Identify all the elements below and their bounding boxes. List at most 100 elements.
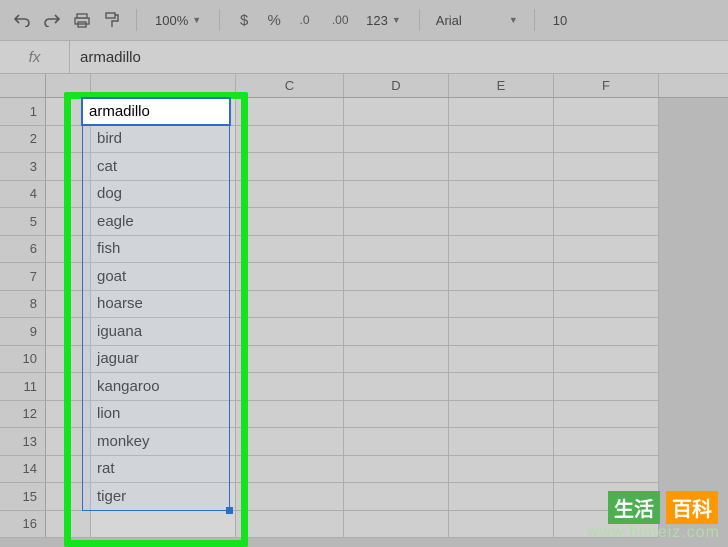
cell[interactable] [46, 98, 91, 126]
cell[interactable] [236, 428, 344, 456]
row-header[interactable]: 7 [0, 263, 46, 291]
cell[interactable]: bird [91, 126, 236, 154]
cell[interactable]: monkey [91, 428, 236, 456]
column-header[interactable] [91, 74, 236, 97]
select-all-cell[interactable] [0, 74, 46, 97]
cell[interactable] [449, 373, 554, 401]
cell[interactable] [554, 181, 659, 209]
cell[interactable] [46, 373, 91, 401]
cell[interactable] [449, 208, 554, 236]
cell[interactable] [46, 126, 91, 154]
cell[interactable] [449, 291, 554, 319]
cell[interactable]: rat [91, 456, 236, 484]
cell[interactable] [449, 456, 554, 484]
cell[interactable] [46, 291, 91, 319]
cell[interactable]: goat [91, 263, 236, 291]
font-size-select[interactable]: 10 [547, 13, 573, 28]
cell[interactable] [236, 236, 344, 264]
cell[interactable] [236, 126, 344, 154]
cell[interactable] [344, 318, 449, 346]
cell[interactable] [236, 318, 344, 346]
cell[interactable] [236, 208, 344, 236]
row-header[interactable]: 6 [0, 236, 46, 264]
currency-button[interactable]: $ [232, 8, 256, 32]
row-header[interactable]: 2 [0, 126, 46, 154]
zoom-select[interactable]: 100% ▼ [149, 13, 207, 28]
row-header[interactable]: 13 [0, 428, 46, 456]
cell[interactable] [46, 153, 91, 181]
row-header[interactable]: 14 [0, 456, 46, 484]
cell[interactable] [344, 181, 449, 209]
cell[interactable] [449, 483, 554, 511]
cell[interactable] [449, 401, 554, 429]
undo-button[interactable] [10, 8, 34, 32]
cell[interactable] [236, 291, 344, 319]
cell[interactable] [344, 346, 449, 374]
cell[interactable] [449, 263, 554, 291]
cell[interactable] [46, 263, 91, 291]
row-header[interactable]: 11 [0, 373, 46, 401]
cell[interactable] [449, 98, 554, 126]
cell[interactable] [344, 373, 449, 401]
cell[interactable] [344, 456, 449, 484]
cell[interactable] [236, 401, 344, 429]
cell[interactable] [344, 263, 449, 291]
cell[interactable] [344, 153, 449, 181]
column-header[interactable]: C [236, 74, 344, 97]
cell[interactable] [554, 291, 659, 319]
cell[interactable] [344, 511, 449, 539]
row-header[interactable]: 4 [0, 181, 46, 209]
cell[interactable] [449, 181, 554, 209]
cell[interactable] [46, 346, 91, 374]
cell[interactable] [554, 153, 659, 181]
cell[interactable] [46, 181, 91, 209]
cell[interactable] [449, 153, 554, 181]
fill-handle[interactable] [226, 507, 233, 514]
cell[interactable]: fish [91, 236, 236, 264]
cell[interactable] [46, 401, 91, 429]
cell[interactable] [236, 346, 344, 374]
cell[interactable] [344, 208, 449, 236]
cell[interactable] [554, 126, 659, 154]
cell[interactable] [344, 483, 449, 511]
cell[interactable] [554, 263, 659, 291]
number-format-select[interactable]: 123 ▼ [360, 13, 407, 28]
cell[interactable] [236, 483, 344, 511]
cell[interactable] [344, 401, 449, 429]
cell[interactable] [46, 318, 91, 346]
cell[interactable]: armadillo [91, 98, 236, 126]
column-header[interactable]: D [344, 74, 449, 97]
column-header[interactable] [46, 74, 91, 97]
paint-format-button[interactable] [100, 8, 124, 32]
cell[interactable] [236, 181, 344, 209]
row-header[interactable]: 10 [0, 346, 46, 374]
cell[interactable] [449, 428, 554, 456]
font-select[interactable]: Arial ▼ [432, 13, 522, 28]
formula-input[interactable]: armadillo [70, 41, 728, 73]
cell[interactable] [344, 126, 449, 154]
cell[interactable] [236, 153, 344, 181]
cell[interactable]: iguana [91, 318, 236, 346]
cell[interactable] [554, 236, 659, 264]
redo-button[interactable] [40, 8, 64, 32]
column-header[interactable]: F [554, 74, 659, 97]
cell[interactable] [344, 98, 449, 126]
decrease-decimal-button[interactable]: .0 [292, 8, 320, 32]
cell[interactable] [344, 236, 449, 264]
cell[interactable] [46, 208, 91, 236]
print-button[interactable] [70, 8, 94, 32]
cell[interactable] [344, 291, 449, 319]
cell[interactable]: kangaroo [91, 373, 236, 401]
cell[interactable] [554, 373, 659, 401]
cell[interactable] [46, 483, 91, 511]
cell[interactable] [554, 208, 659, 236]
cell[interactable]: jaguar [91, 346, 236, 374]
cell[interactable] [46, 511, 91, 539]
cell[interactable] [236, 263, 344, 291]
column-header[interactable]: E [449, 74, 554, 97]
cell[interactable]: lion [91, 401, 236, 429]
cell[interactable] [554, 401, 659, 429]
cell[interactable] [236, 511, 344, 539]
percent-button[interactable]: % [262, 8, 286, 32]
row-header[interactable]: 12 [0, 401, 46, 429]
